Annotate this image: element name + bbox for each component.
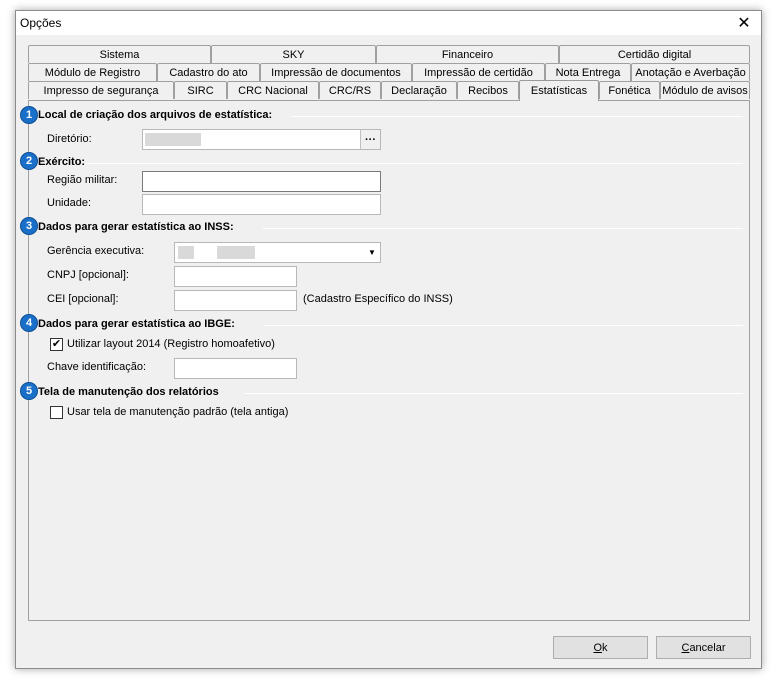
options-dialog: Opções ✕ Sistema SKY Financeiro Certidão… <box>15 10 762 669</box>
tab-financeiro[interactable]: Financeiro <box>376 45 559 63</box>
dialog-content: Sistema SKY Financeiro Certidão digital … <box>20 45 750 621</box>
tab-sistema[interactable]: Sistema <box>28 45 211 63</box>
cnpj-input[interactable] <box>174 266 297 287</box>
layout-2014-label[interactable]: Utilizar layout 2014 (Registro homoafeti… <box>67 338 275 350</box>
tab-fonetica[interactable]: Fonética <box>599 81 660 99</box>
cancel-button[interactable]: Cancelar <box>656 636 751 659</box>
diretorio-label: Diretório: <box>47 133 92 145</box>
manutencao-padrao-checkbox[interactable] <box>50 406 63 419</box>
section-inss-title: Dados para gerar estatística ao INSS: <box>38 221 234 233</box>
section-divider <box>87 163 743 164</box>
gerencia-executiva-label: Gerência executiva: <box>47 245 145 257</box>
tab-cadastro-ato[interactable]: Cadastro do ato <box>157 63 260 81</box>
step-badge-2: 2 <box>20 152 38 170</box>
regiao-militar-label: Região militar: <box>47 174 118 186</box>
step-badge-4: 4 <box>20 314 38 332</box>
redacted-value <box>145 133 201 146</box>
cei-label: CEI [opcional]: <box>47 293 119 305</box>
browse-button[interactable]: ··· <box>360 130 380 149</box>
tab-crc-rs[interactable]: CRC/RS <box>319 81 381 99</box>
tab-estatisticas[interactable]: Estatísticas <box>519 80 599 101</box>
manutencao-padrao-label[interactable]: Usar tela de manutenção padrão (tela ant… <box>67 406 288 418</box>
cei-input[interactable] <box>174 290 297 311</box>
ok-accesskey: O <box>593 641 603 654</box>
layout-2014-checkbox[interactable]: ✔ <box>50 338 63 351</box>
title-bar: Opções ✕ <box>16 11 761 35</box>
estatisticas-panel: 1 Local de criação dos arquivos de estat… <box>20 100 750 621</box>
tab-declaracao[interactable]: Declaração <box>381 81 457 99</box>
step-badge-1: 1 <box>20 106 38 124</box>
regiao-militar-input[interactable] <box>142 171 381 192</box>
redacted-value <box>217 246 255 259</box>
tab-modulo-registro[interactable]: Módulo de Registro <box>28 63 157 81</box>
tab-strip: Sistema SKY Financeiro Certidão digital … <box>28 45 750 101</box>
cnpj-label: CNPJ [opcional]: <box>47 269 129 281</box>
section-divider <box>291 116 743 117</box>
step-badge-5: 5 <box>20 382 38 400</box>
close-icon[interactable]: ✕ <box>727 11 761 35</box>
ok-button[interactable]: Ok <box>553 636 648 659</box>
window-title: Opções <box>20 16 62 30</box>
tab-sirc[interactable]: SIRC <box>174 81 227 99</box>
tab-crc-nacional[interactable]: CRC Nacional <box>227 81 319 99</box>
section-divider <box>263 228 743 229</box>
cancel-rest: ancelar <box>689 641 726 654</box>
cancel-accesskey: C <box>681 641 690 654</box>
tab-impresso-seguranca[interactable]: Impresso de segurança <box>28 81 174 99</box>
unidade-label: Unidade: <box>47 197 92 209</box>
section-divider <box>244 393 743 394</box>
gerencia-executiva-select[interactable]: ▼ <box>174 242 381 263</box>
chevron-down-icon[interactable]: ▼ <box>364 243 380 262</box>
tab-certidao-digital[interactable]: Certidão digital <box>559 45 750 63</box>
redacted-value <box>178 246 194 259</box>
section-exercito-title: Exército: <box>38 156 86 168</box>
tab-impressao-certidao[interactable]: Impressão de certidão <box>412 63 545 81</box>
chave-identificacao-input[interactable] <box>174 358 297 379</box>
section-manutencao-title: Tela de manutenção dos relatórios <box>38 386 219 398</box>
step-badge-3: 3 <box>20 217 38 235</box>
tab-nota-entrega[interactable]: Nota Entrega <box>545 63 631 81</box>
tab-anotacao-averbacao[interactable]: Anotação e Averbação <box>631 63 750 81</box>
section-ibge-title: Dados para gerar estatística ao IBGE: <box>38 318 235 330</box>
ok-rest: k <box>602 641 608 654</box>
unidade-input[interactable] <box>142 194 381 215</box>
tab-recibos[interactable]: Recibos <box>457 81 519 99</box>
chave-identificacao-label: Chave identificação: <box>47 361 147 373</box>
section-divider <box>264 325 743 326</box>
tab-modulo-avisos[interactable]: Módulo de avisos <box>660 81 750 99</box>
cei-hint: (Cadastro Específico do INSS) <box>303 293 453 305</box>
tab-sky[interactable]: SKY <box>211 45 376 63</box>
diretorio-input[interactable]: ··· <box>142 129 381 150</box>
section-local-arquivos-title: Local de criação dos arquivos de estatís… <box>38 109 273 121</box>
tab-impressao-documentos[interactable]: Impressão de documentos <box>260 63 412 81</box>
